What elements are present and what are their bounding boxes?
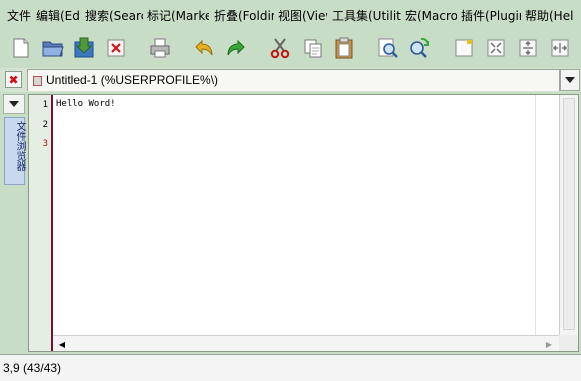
buffer-tab-title: Untitled-1 (%USERPROFILE%\)	[46, 73, 219, 87]
menu-bar: 文件 编辑(Ed 搜索(Searc 标记(Marke 折叠(Foldir 视图(…	[0, 0, 581, 30]
text-area[interactable]: 1 2 3 Hello Word! ◀ ▶	[28, 94, 579, 352]
split-side-button[interactable]	[548, 36, 572, 60]
line-number: 3	[42, 139, 48, 149]
print-button[interactable]	[148, 36, 172, 60]
undo-button[interactable]	[192, 36, 216, 60]
close-buffer-button[interactable]: ✖	[5, 71, 22, 88]
scroll-right-arrow-icon[interactable]: ▶	[543, 338, 555, 350]
unsplit-button[interactable]	[452, 36, 476, 60]
split-horizontal-icon	[487, 39, 505, 57]
split-vertical-icon	[519, 39, 537, 57]
horizontal-scrollbar[interactable]: ◀ ▶	[53, 335, 559, 351]
vertical-scrollbar[interactable]	[559, 95, 578, 335]
copy-button[interactable]	[301, 36, 325, 60]
caret-status: 3,9 (43/43)	[3, 361, 62, 375]
chevron-down-icon	[565, 77, 575, 83]
line-number: 2	[42, 120, 48, 130]
menu-utilities[interactable]: 工具集(Utiliti	[332, 8, 402, 24]
menu-edit[interactable]: 编辑(Ed	[36, 8, 80, 24]
menu-plugins[interactable]: 插件(Plugir	[461, 8, 521, 24]
menu-help[interactable]: 帮助(Hel	[525, 8, 581, 24]
menu-file[interactable]: 文件	[7, 8, 37, 24]
redo-icon	[227, 39, 245, 56]
scrollbar-corner	[559, 335, 578, 351]
file-browser-dock-label: 文件浏览器	[14, 121, 25, 171]
new-file-button[interactable]	[9, 36, 33, 60]
file-browser-dock-tab[interactable]: 文件浏览器	[4, 117, 25, 185]
paste-button[interactable]	[332, 36, 356, 60]
find-replace-icon	[410, 37, 430, 58]
cut-button[interactable]	[268, 36, 292, 60]
undo-icon	[195, 39, 213, 56]
buffer-tab-bar: ✖ Untitled-1 (%USERPROFILE%\)	[0, 68, 581, 92]
menu-search[interactable]: 搜索(Searc	[85, 8, 143, 24]
menu-markers[interactable]: 标记(Marke	[147, 8, 209, 24]
split-horizontal-button[interactable]	[484, 36, 508, 60]
line-number-gutter: 1 2 3	[29, 95, 51, 351]
unsplit-icon	[455, 39, 473, 57]
wrap-margin-guide	[535, 95, 536, 335]
close-file-button[interactable]	[104, 36, 128, 60]
find-replace-button[interactable]	[407, 36, 431, 60]
buffer-list-dropdown[interactable]	[560, 69, 580, 91]
menu-view[interactable]: 视图(View	[278, 8, 327, 24]
buffer-tab[interactable]: Untitled-1 (%USERPROFILE%\)	[27, 69, 560, 91]
print-icon	[150, 38, 170, 58]
cut-icon	[270, 38, 290, 59]
dock-menu-button[interactable]	[3, 94, 25, 114]
save-icon	[74, 37, 94, 58]
new-file-icon	[13, 38, 29, 58]
close-icon: ✖	[8, 72, 19, 87]
split-side-icon	[551, 39, 569, 57]
line-number: 1	[42, 100, 48, 110]
split-vertical-button[interactable]	[516, 36, 540, 60]
find-button[interactable]	[376, 36, 400, 60]
open-folder-icon	[42, 41, 64, 57]
scroll-left-arrow-icon[interactable]: ◀	[56, 338, 68, 350]
find-icon	[378, 38, 398, 58]
redo-button[interactable]	[224, 36, 248, 60]
toolbar	[0, 30, 581, 66]
close-file-icon	[107, 39, 125, 57]
paste-icon	[335, 37, 353, 59]
gutter-marker-bar	[51, 95, 53, 351]
menu-folding[interactable]: 折叠(Foldir	[214, 8, 274, 24]
vertical-scroll-thumb[interactable]	[563, 98, 575, 330]
open-button[interactable]	[41, 36, 65, 60]
save-button[interactable]	[72, 36, 96, 60]
status-bar: 3,9 (43/43)	[0, 354, 581, 381]
copy-icon	[304, 39, 322, 58]
editor-content[interactable]: Hello Word!	[56, 98, 116, 110]
document-icon	[33, 76, 42, 86]
menu-macros[interactable]: 宏(Macro	[405, 8, 457, 24]
chevron-down-icon	[9, 101, 19, 107]
